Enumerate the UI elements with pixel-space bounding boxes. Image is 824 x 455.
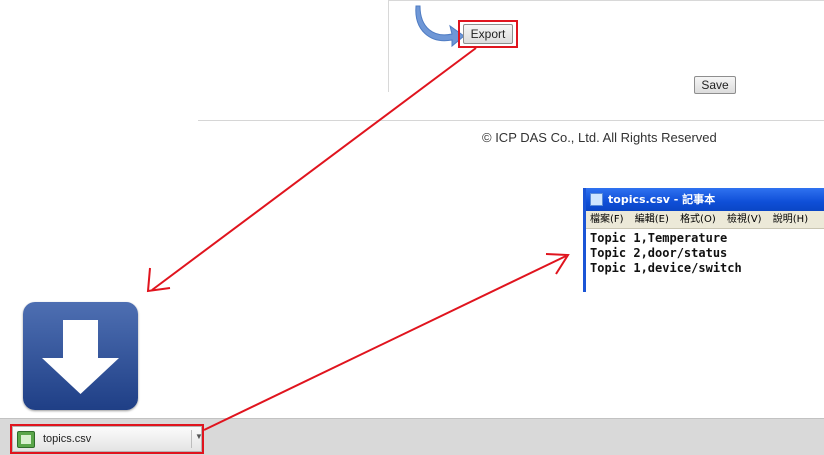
notepad-title: topics.csv - 記事本 bbox=[608, 193, 716, 206]
arrowhead-notepad bbox=[545, 253, 570, 275]
copyright-text: © ICP DAS Co., Ltd. All Rights Reserved bbox=[482, 130, 717, 145]
divider bbox=[198, 120, 824, 121]
notepad-menu-bar: 檔案(F) 編輯(E) 格式(O) 檢視(V) 說明(H) bbox=[586, 211, 824, 229]
text-line: Topic 1,device/switch bbox=[590, 261, 742, 275]
notepad-title-bar[interactable]: topics.csv - 記事本 bbox=[586, 188, 824, 211]
save-button[interactable]: Save bbox=[694, 76, 736, 94]
menu-file[interactable]: 檔案(F) bbox=[590, 214, 624, 225]
menu-format[interactable]: 格式(O) bbox=[680, 214, 716, 225]
text-line: Topic 1,Temperature bbox=[590, 231, 728, 245]
download-highlight-box bbox=[10, 424, 204, 454]
menu-help[interactable]: 說明(H) bbox=[773, 214, 808, 225]
export-highlight-box bbox=[458, 20, 518, 48]
menu-edit[interactable]: 編輯(E) bbox=[635, 214, 669, 225]
notepad-window: topics.csv - 記事本 檔案(F) 編輯(E) 格式(O) 檢視(V)… bbox=[583, 188, 824, 292]
arrow-download-to-notepad bbox=[203, 255, 567, 431]
notepad-icon bbox=[590, 193, 603, 206]
notepad-text-area[interactable]: Topic 1,Temperature Topic 2,door/status To… bbox=[586, 229, 824, 278]
download-arrow-icon bbox=[23, 302, 138, 410]
arrowhead-download bbox=[146, 267, 171, 293]
settings-panel bbox=[388, 0, 824, 92]
menu-view[interactable]: 檢視(V) bbox=[727, 214, 762, 225]
text-line: Topic 2,door/status bbox=[590, 246, 728, 260]
